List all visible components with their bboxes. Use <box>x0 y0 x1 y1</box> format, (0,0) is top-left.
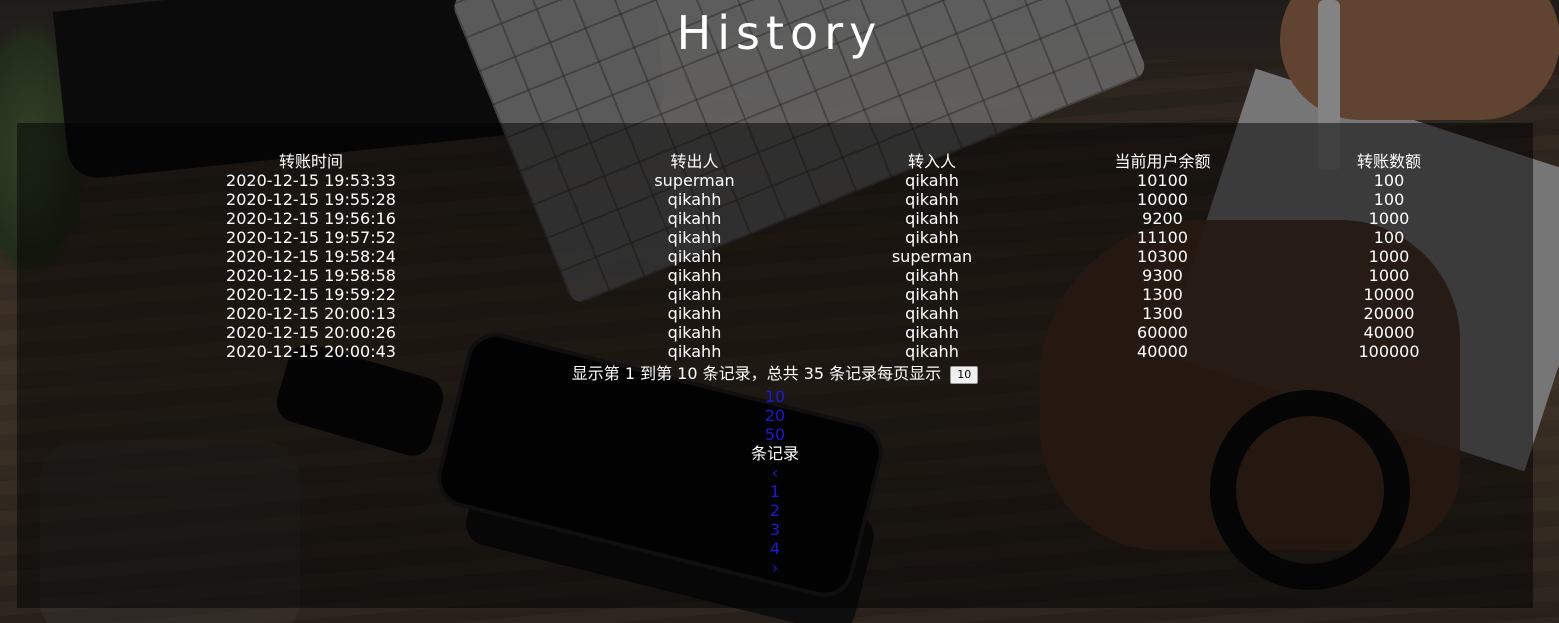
history-table: 转账时间 转出人 转入人 当前用户余额 转账数额 2020-12-15 19:5… <box>17 152 1533 361</box>
cell-sender: qikahh <box>667 247 722 266</box>
page-size-dropdown[interactable]: 10 <box>950 365 979 384</box>
cell-sender: qikahh <box>667 209 722 228</box>
table-row: 2020-12-15 19:55:28 qikahh qikahh 10000 … <box>17 190 1533 209</box>
cell-sender: qikahh <box>667 190 722 209</box>
table-row: 2020-12-15 19:57:52 qikahh qikahh 11100 … <box>17 228 1533 247</box>
cell-receiver: qikahh <box>905 228 959 247</box>
cell-balance: 9300 <box>1142 266 1183 285</box>
cell-time: 2020-12-15 20:00:43 <box>226 342 396 361</box>
column-header-sender: 转出人 <box>670 152 719 171</box>
cell-sender: qikahh <box>667 342 722 361</box>
page-link-3[interactable]: 3 <box>17 520 1533 539</box>
cell-receiver: qikahh <box>905 190 959 209</box>
cell-receiver: qikahh <box>905 285 959 304</box>
page-link-2[interactable]: 2 <box>17 501 1533 520</box>
prev-page-link[interactable]: ‹ <box>17 463 1533 482</box>
table-row: 2020-12-15 19:56:16 qikahh qikahh 9200 1… <box>17 209 1533 228</box>
cell-time: 2020-12-15 19:58:58 <box>226 266 396 285</box>
cell-amount: 40000 <box>1363 323 1415 342</box>
cell-sender: qikahh <box>667 285 722 304</box>
table-row: 2020-12-15 20:00:26 qikahh qikahh 60000 … <box>17 323 1533 342</box>
cell-receiver: qikahh <box>905 171 959 190</box>
cell-balance: 9200 <box>1142 209 1183 228</box>
cell-time: 2020-12-15 19:53:33 <box>226 171 396 190</box>
cell-sender: qikahh <box>667 266 722 285</box>
table-row: 2020-12-15 20:00:43 qikahh qikahh 40000 … <box>17 342 1533 361</box>
cell-time: 2020-12-15 19:58:24 <box>226 247 396 266</box>
table-row: 2020-12-15 19:58:24 qikahh superman 1030… <box>17 247 1533 266</box>
cell-sender: superman <box>654 171 735 190</box>
column-header-time: 转账时间 <box>278 152 343 171</box>
cell-receiver: qikahh <box>905 304 959 323</box>
next-page-link[interactable]: › <box>17 558 1533 577</box>
cell-balance: 1300 <box>1142 304 1183 323</box>
column-header-amount: 转账数额 <box>1356 152 1421 171</box>
page-size-option-20[interactable]: 20 <box>17 406 1533 425</box>
cell-amount: 1000 <box>1368 247 1410 266</box>
pagination: ‹ 1 2 3 4 › <box>17 463 1533 577</box>
page-size-option-50[interactable]: 50 <box>17 425 1533 444</box>
cell-time: 2020-12-15 19:59:22 <box>226 285 396 304</box>
column-header-balance: 当前用户余额 <box>1114 152 1211 171</box>
cell-amount: 1000 <box>1368 209 1410 228</box>
cell-balance: 11100 <box>1137 228 1188 247</box>
page-title: History <box>676 6 883 60</box>
cell-balance: 1300 <box>1142 285 1183 304</box>
page-link-4[interactable]: 4 <box>17 539 1533 558</box>
cell-amount: 100 <box>1373 190 1405 209</box>
cell-balance: 60000 <box>1137 323 1188 342</box>
cell-receiver: qikahh <box>905 266 959 285</box>
cell-receiver: superman <box>891 247 973 266</box>
cell-time: 2020-12-15 20:00:26 <box>226 323 396 342</box>
cell-time: 2020-12-15 20:00:13 <box>226 304 396 323</box>
cell-receiver: qikahh <box>905 323 959 342</box>
cell-amount: 1000 <box>1368 266 1410 285</box>
cell-sender: qikahh <box>667 228 722 247</box>
cell-amount: 100 <box>1373 171 1405 190</box>
pagination-info-text: 显示第 1 到第 10 条记录，总共 35 条记录每页显示 <box>571 364 942 383</box>
cell-receiver: qikahh <box>905 209 959 228</box>
table-row: 2020-12-15 20:00:13 qikahh qikahh 1300 2… <box>17 304 1533 323</box>
cell-time: 2020-12-15 19:55:28 <box>226 190 396 209</box>
page-size-menu: 10 20 50 条记录 <box>17 387 1533 463</box>
cell-balance: 10000 <box>1137 190 1188 209</box>
page-size-option-10[interactable]: 10 <box>17 387 1533 406</box>
history-panel: 转账时间 转出人 转入人 当前用户余额 转账数额 2020-12-15 19:5… <box>17 123 1533 608</box>
cell-balance: 10100 <box>1137 171 1188 190</box>
page-size-suffix: 条记录 <box>750 444 799 463</box>
cell-balance: 40000 <box>1137 342 1188 361</box>
table-row: 2020-12-15 19:59:22 qikahh qikahh 1300 1… <box>17 285 1533 304</box>
pagination-info: 显示第 1 到第 10 条记录，总共 35 条记录每页显示 10 <box>17 364 1533 384</box>
table-row: 2020-12-15 19:53:33 superman qikahh 1010… <box>17 171 1533 190</box>
page-link-1[interactable]: 1 <box>17 482 1533 501</box>
cell-receiver: qikahh <box>905 342 959 361</box>
cell-balance: 10300 <box>1137 247 1188 266</box>
cell-amount: 100000 <box>1358 342 1420 361</box>
table-header-row: 转账时间 转出人 转入人 当前用户余额 转账数额 <box>17 152 1533 171</box>
cell-time: 2020-12-15 19:56:16 <box>226 209 396 228</box>
cell-amount: 20000 <box>1363 304 1415 323</box>
cell-amount: 10000 <box>1363 285 1415 304</box>
table-row: 2020-12-15 19:58:58 qikahh qikahh 9300 1… <box>17 266 1533 285</box>
cell-sender: qikahh <box>667 304 722 323</box>
cell-sender: qikahh <box>667 323 722 342</box>
cell-amount: 100 <box>1373 228 1405 247</box>
column-header-receiver: 转入人 <box>907 152 956 171</box>
cell-time: 2020-12-15 19:57:52 <box>226 228 396 247</box>
